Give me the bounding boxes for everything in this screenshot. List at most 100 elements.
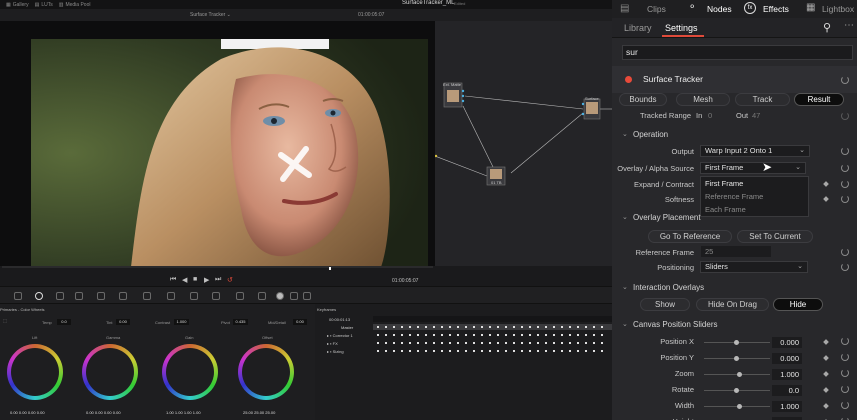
viewer-option-icon[interactable] bbox=[276, 292, 284, 300]
positioning-dropdown[interactable]: Sliders ⌄ bbox=[700, 261, 808, 273]
stop-icon[interactable]: ■ bbox=[193, 276, 197, 283]
effect-enable-toggle[interactable] bbox=[625, 76, 632, 83]
more-options-icon[interactable]: ⋯ bbox=[844, 20, 854, 31]
position-x-keyframe-icon[interactable] bbox=[823, 339, 829, 345]
output-dropdown[interactable]: Warp Input 2 Onto 1 ⌄ bbox=[700, 145, 810, 157]
hide-on-drag-button[interactable]: Hide On Drag bbox=[696, 298, 769, 311]
operation-section-title[interactable]: Operation bbox=[633, 130, 668, 139]
primaries-mode-icon[interactable]: ⬚ bbox=[3, 318, 7, 323]
position-y-keyframe-icon[interactable] bbox=[823, 355, 829, 361]
rotate-keyframe-icon[interactable] bbox=[823, 387, 829, 393]
lift-wheel[interactable] bbox=[7, 344, 63, 400]
out-value[interactable]: 47 bbox=[752, 111, 760, 120]
width-keyframe-icon[interactable] bbox=[823, 403, 829, 409]
tab-settings[interactable]: Settings bbox=[665, 23, 698, 33]
result-button[interactable]: Result bbox=[794, 93, 844, 106]
menu-item-each-frame[interactable]: Each Frame bbox=[701, 203, 808, 216]
reference-frame-reset-icon[interactable] bbox=[841, 248, 849, 256]
offset-wheel[interactable] bbox=[238, 344, 294, 400]
gain-wheel[interactable] bbox=[162, 344, 218, 400]
softness-keyframe-icon[interactable] bbox=[823, 196, 829, 202]
jump-end-icon[interactable]: ⏭ bbox=[215, 276, 221, 284]
tint-value[interactable]: 0.00 bbox=[116, 319, 130, 325]
playhead[interactable] bbox=[329, 267, 331, 270]
position-y-value[interactable]: 0.000 bbox=[772, 353, 802, 364]
overlay-placement-section-title[interactable]: Overlay Placement bbox=[633, 213, 701, 222]
luts-tab[interactable]: ▤ LUTs bbox=[35, 2, 53, 8]
overlay-source-reset-icon[interactable] bbox=[841, 164, 849, 172]
clip-name-dropdown[interactable]: Surface Tracker ⌄ bbox=[190, 12, 231, 18]
position-y-reset-icon[interactable] bbox=[841, 353, 849, 361]
set-to-current-button[interactable]: Set To Current bbox=[737, 230, 813, 243]
width-reset-icon[interactable] bbox=[841, 401, 849, 409]
qualifier-icon[interactable] bbox=[143, 292, 151, 300]
softness-reset-icon[interactable] bbox=[841, 195, 849, 203]
mid-detail-value[interactable]: 0.00 bbox=[293, 319, 307, 325]
media-pool-tab[interactable]: ▥ Media Pool bbox=[59, 2, 91, 8]
operation-chevron-icon[interactable]: ⌄ bbox=[622, 130, 628, 138]
color-warper-icon[interactable] bbox=[119, 292, 127, 300]
show-button[interactable]: Show bbox=[640, 298, 690, 311]
zoom-value[interactable]: 1.000 bbox=[772, 369, 802, 380]
gallery-tab[interactable]: ▦ Gallery bbox=[6, 2, 29, 8]
clips-icon[interactable]: ▤ bbox=[620, 3, 629, 14]
window-icon[interactable] bbox=[167, 292, 175, 300]
output-reset-icon[interactable] bbox=[841, 147, 849, 155]
curves-icon[interactable] bbox=[97, 292, 105, 300]
search-icon[interactable]: ⚲ bbox=[823, 21, 831, 34]
magic-mask-icon[interactable] bbox=[212, 292, 220, 300]
scrub-bar[interactable] bbox=[2, 266, 433, 268]
reference-frame-input[interactable]: 25 bbox=[701, 246, 771, 257]
overlay-placement-chevron-icon[interactable]: ⌄ bbox=[622, 213, 628, 221]
interaction-overlays-section-title[interactable]: Interaction Overlays bbox=[633, 283, 704, 292]
expand-keyframe-icon[interactable] bbox=[823, 181, 829, 187]
play-icon[interactable]: ▶ bbox=[204, 276, 209, 284]
color-wheels-icon[interactable] bbox=[35, 292, 43, 300]
temp-value[interactable]: 0.0 bbox=[57, 319, 71, 325]
hide-button[interactable]: Hide bbox=[773, 298, 823, 311]
camera-raw-icon[interactable] bbox=[14, 292, 22, 300]
zoom-keyframe-icon[interactable] bbox=[823, 371, 829, 377]
lightbox-tab[interactable]: Lightbox bbox=[822, 4, 854, 14]
canvas-sliders-chevron-icon[interactable]: ⌄ bbox=[622, 320, 628, 328]
rgb-mixer-icon[interactable] bbox=[56, 292, 64, 300]
interaction-overlays-chevron-icon[interactable]: ⌄ bbox=[622, 283, 628, 291]
gamma-wheel[interactable] bbox=[82, 344, 138, 400]
loop-icon[interactable]: ↺ bbox=[227, 276, 233, 284]
tab-library[interactable]: Library bbox=[624, 23, 652, 33]
contrast-value[interactable]: 1.000 bbox=[174, 319, 189, 325]
nodes-icon[interactable]: ⚬ bbox=[688, 2, 696, 13]
menu-item-first-frame[interactable]: First Frame bbox=[701, 177, 808, 190]
video-frame[interactable] bbox=[31, 39, 428, 267]
search-input[interactable]: sur bbox=[622, 45, 853, 60]
nodes-tab[interactable]: Nodes bbox=[707, 4, 732, 14]
menu-item-reference-frame[interactable]: Reference Frame bbox=[701, 190, 808, 203]
width-value[interactable]: 1.000 bbox=[772, 401, 802, 412]
zoom-slider-knob[interactable] bbox=[737, 372, 742, 377]
tracker-icon[interactable] bbox=[190, 292, 198, 300]
canvas-sliders-section-title[interactable]: Canvas Position Sliders bbox=[633, 320, 717, 329]
zoom-reset-icon[interactable] bbox=[841, 369, 849, 377]
settings-icon[interactable] bbox=[303, 292, 311, 300]
width-slider-knob[interactable] bbox=[737, 404, 742, 409]
lightbox-icon[interactable]: ▦ bbox=[806, 2, 815, 13]
expand-reset-icon[interactable] bbox=[841, 180, 849, 188]
position-x-value[interactable]: 0.000 bbox=[772, 337, 802, 348]
step-back-icon[interactable]: ◀ bbox=[182, 276, 187, 284]
blur-icon[interactable] bbox=[236, 292, 244, 300]
pivot-value[interactable]: 0.435 bbox=[233, 319, 248, 325]
node-editor[interactable]: Ext. Matte Surface 01 TB bbox=[434, 21, 612, 266]
mesh-button[interactable]: Mesh bbox=[676, 93, 730, 106]
motion-effects-icon[interactable] bbox=[75, 292, 83, 300]
position-y-slider-knob[interactable] bbox=[734, 356, 739, 361]
grid-icon[interactable] bbox=[290, 292, 298, 300]
rotate-slider-knob[interactable] bbox=[734, 388, 739, 393]
rotate-reset-icon[interactable] bbox=[841, 385, 849, 393]
overlay-source-dropdown[interactable]: First Frame ⌄ bbox=[700, 162, 806, 174]
position-x-reset-icon[interactable] bbox=[841, 337, 849, 345]
effects-tab[interactable]: Effects bbox=[763, 4, 789, 14]
effects-icon[interactable]: fx bbox=[744, 2, 756, 14]
jump-start-icon[interactable]: ⏮ bbox=[170, 276, 176, 284]
rotate-value[interactable]: 0.0 bbox=[772, 385, 802, 396]
key-icon[interactable] bbox=[258, 292, 266, 300]
